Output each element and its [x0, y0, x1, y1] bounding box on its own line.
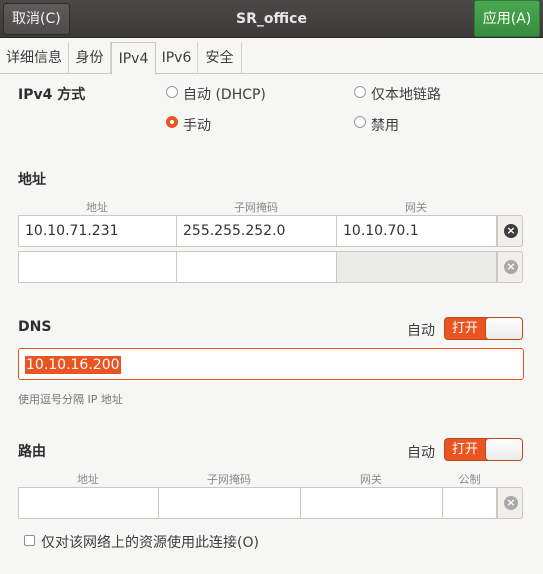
address-section-label: 地址 — [18, 172, 46, 188]
dns-auto-switch[interactable]: 打开 — [444, 317, 523, 340]
tab-security[interactable]: 安全 — [198, 42, 242, 74]
radio-manual[interactable] — [166, 116, 178, 128]
gateway-input[interactable] — [336, 251, 497, 283]
routes-auto-label: 自动 — [407, 445, 435, 461]
close-icon: × — [504, 260, 518, 274]
route-col-netmask: 子网掩码 — [207, 473, 251, 486]
tab-identity[interactable]: 身份 — [69, 42, 111, 74]
address-col-netmask: 子网掩码 — [234, 201, 278, 214]
close-icon: × — [504, 224, 518, 238]
delete-address-button[interactable]: × — [497, 251, 523, 283]
dns-input[interactable]: 10.10.16.200 — [18, 348, 524, 380]
delete-address-button[interactable]: × — [497, 215, 523, 247]
delete-route-button[interactable]: × — [497, 487, 523, 519]
tab-bar: 详细信息 身份 IPv4 IPv6 安全 — [0, 42, 543, 75]
netmask-input[interactable] — [176, 251, 337, 283]
routes-auto-switch[interactable]: 打开 — [444, 438, 523, 461]
route-col-gateway: 网关 — [360, 473, 382, 486]
address-col-gateway: 网关 — [405, 201, 427, 214]
radio-auto-dhcp-label[interactable]: 自动 (DHCP) — [183, 84, 266, 104]
switch-knob — [485, 439, 522, 460]
address-col-address: 地址 — [86, 201, 108, 214]
only-local-label[interactable]: 仅对该网络上的资源使用此连接(O) — [41, 532, 259, 552]
route-address-input[interactable] — [18, 487, 159, 519]
dns-hint: 使用逗号分隔 IP 地址 — [18, 393, 123, 406]
route-metric-input[interactable] — [442, 487, 497, 519]
radio-auto-dhcp[interactable] — [166, 86, 178, 98]
tab-ipv6[interactable]: IPv6 — [156, 42, 198, 74]
switch-knob — [485, 318, 522, 339]
routes-switch-on-label: 打开 — [451, 442, 478, 457]
route-netmask-input[interactable] — [158, 487, 301, 519]
header-bar — [0, 0, 543, 38]
route-col-metric: 公制 — [458, 473, 481, 486]
radio-link-local[interactable] — [354, 86, 366, 98]
radio-disabled[interactable] — [354, 116, 366, 128]
gateway-input[interactable]: 10.10.70.1 — [336, 215, 497, 247]
routes-section-label: 路由 — [18, 444, 46, 460]
dns-switch-on-label: 打开 — [451, 321, 478, 336]
ipv4-method-label: IPv4 方式 — [18, 87, 86, 103]
radio-manual-label[interactable]: 手动 — [183, 115, 211, 135]
tab-details[interactable]: 详细信息 — [0, 42, 69, 74]
dns-auto-label: 自动 — [407, 323, 435, 339]
apply-button[interactable]: 应用(A) — [474, 0, 540, 37]
cancel-button[interactable]: 取消(C) — [3, 3, 70, 35]
radio-disabled-label[interactable]: 禁用 — [371, 115, 399, 135]
radio-link-local-label[interactable]: 仅本地链路 — [371, 84, 441, 104]
address-input[interactable]: 10.10.71.231 — [18, 215, 177, 247]
route-col-address: 地址 — [77, 473, 99, 486]
close-icon: × — [504, 496, 518, 510]
route-gateway-input[interactable] — [300, 487, 443, 519]
dns-value: 10.10.16.200 — [25, 356, 121, 374]
address-input[interactable] — [18, 251, 177, 283]
only-local-checkbox[interactable] — [24, 535, 35, 546]
tab-ipv4[interactable]: IPv4 — [111, 42, 156, 75]
dns-section-label: DNS — [18, 319, 52, 335]
netmask-input[interactable]: 255.255.252.0 — [176, 215, 337, 247]
